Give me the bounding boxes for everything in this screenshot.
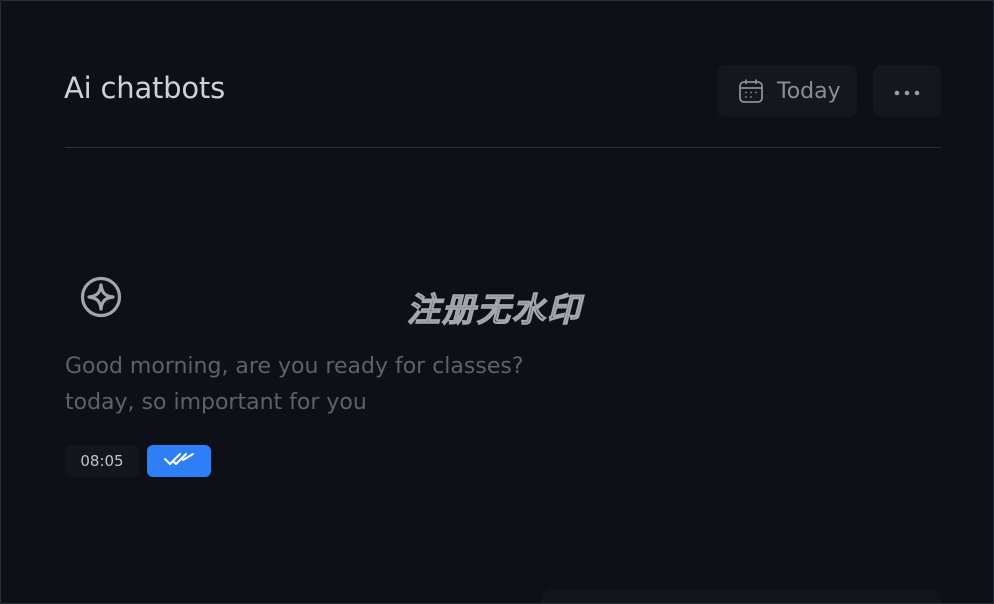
- chatbot-logo-icon: [79, 275, 123, 319]
- calendar-icon: [737, 77, 765, 105]
- page-title: Ai chatbots: [64, 71, 226, 105]
- double-check-icon: [163, 451, 195, 471]
- more-horizontal-icon: [892, 82, 922, 101]
- message-line: Good morning, are you ready for classes?: [65, 354, 524, 379]
- message-timestamp: 08:05: [65, 445, 139, 477]
- chat-panel: Ai chatbots Today 注册无水印 Good morning, ar…: [0, 0, 994, 604]
- next-message-card: [541, 589, 941, 603]
- read-status-badge: [147, 445, 211, 477]
- date-filter-label: Today: [777, 78, 841, 104]
- date-filter-button[interactable]: Today: [717, 65, 857, 117]
- header-divider: [65, 147, 941, 148]
- chat-message: Good morning, are you ready for classes?…: [65, 349, 545, 421]
- message-line: today, so important for you: [65, 390, 367, 415]
- more-options-button[interactable]: [873, 65, 941, 117]
- watermark-text: 注册无水印: [406, 289, 582, 329]
